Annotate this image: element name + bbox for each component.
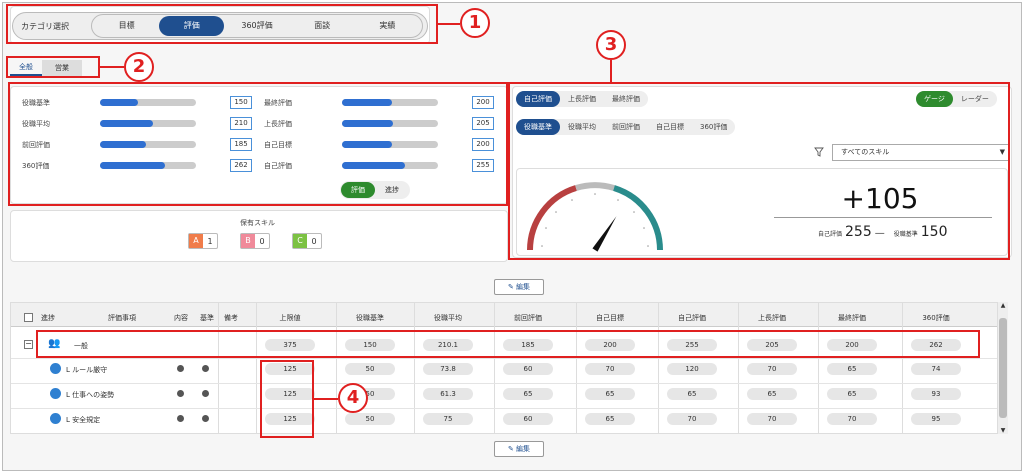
scroll-thumb[interactable]	[999, 318, 1007, 418]
table-cell: 65	[667, 388, 717, 400]
info-icon[interactable]	[177, 415, 184, 422]
col-header[interactable]: 自己目標	[580, 313, 640, 323]
table-cell: 93	[911, 388, 961, 400]
callout-box-4b	[260, 360, 314, 438]
callout-box-2	[6, 56, 100, 78]
collapse-button[interactable]: −	[24, 340, 33, 349]
skill-letter-c: C	[293, 234, 307, 248]
skill-count-c: 0	[311, 236, 317, 246]
edit-button-bottom[interactable]: ✎ 編集	[494, 441, 544, 457]
table-cell: 60	[503, 363, 553, 375]
table-cell: 70	[585, 363, 635, 375]
table-cell: 74	[911, 363, 961, 375]
callout-1: 1	[460, 8, 490, 38]
skill-badge-b: B 0	[240, 233, 270, 249]
list-item-label: L ルール厳守	[66, 366, 108, 374]
callout-box-3b	[508, 82, 1010, 260]
skill-count-a: 1	[207, 236, 213, 246]
smile-icon	[50, 388, 61, 399]
callout-line-4	[314, 398, 338, 400]
col-divider	[256, 303, 257, 434]
info-icon[interactable]	[202, 390, 209, 397]
col-divider	[218, 303, 219, 434]
col-divider	[494, 303, 495, 434]
row-divider	[11, 383, 997, 384]
col-header[interactable]: 上限値	[260, 313, 320, 323]
col-divider	[576, 303, 577, 434]
skill-badge-a: A 1	[188, 233, 218, 249]
table-cell: 65	[585, 413, 635, 425]
table-cell: 70	[827, 413, 877, 425]
info-icon[interactable]	[202, 415, 209, 422]
table-cell: 120	[667, 363, 717, 375]
callout-3: 3	[596, 30, 626, 60]
list-item-label: L 安全規定	[66, 416, 101, 424]
edit-label-bottom: 編集	[516, 445, 531, 453]
col-header[interactable]: 自己評価	[662, 313, 722, 323]
table-cell: 50	[345, 413, 395, 425]
skills-title: 保有スキル	[240, 219, 275, 227]
col-header[interactable]: 備考	[222, 313, 240, 323]
col-header[interactable]: 評価事項	[92, 313, 152, 323]
info-icon[interactable]	[177, 390, 184, 397]
table-cell: 65	[827, 388, 877, 400]
col-divider	[658, 303, 659, 434]
col-divider	[336, 303, 337, 434]
col-divider	[818, 303, 819, 434]
col-header[interactable]: 前回評価	[498, 313, 558, 323]
col-divider	[902, 303, 903, 434]
table-cell: 65	[827, 363, 877, 375]
skill-letter-b: B	[241, 234, 255, 248]
edit-button-top[interactable]: ✎ 編集	[494, 279, 544, 295]
edit-label-top: 編集	[516, 283, 531, 291]
callout-box-1	[6, 4, 438, 44]
col-header[interactable]: 最終評価	[822, 313, 882, 323]
callout-line-3	[610, 60, 612, 82]
row-divider	[11, 408, 997, 409]
col-divider	[414, 303, 415, 434]
smile-icon	[50, 363, 61, 374]
callout-box-4a	[36, 330, 980, 358]
skill-badge-c: C 0	[292, 233, 322, 249]
table-cell: 70	[667, 413, 717, 425]
table-cell: 95	[911, 413, 961, 425]
col-header[interactable]: 360評価	[906, 313, 966, 323]
pencil-icon: ✎	[507, 283, 514, 291]
col-header[interactable]: 基準	[198, 313, 216, 323]
info-icon[interactable]	[177, 365, 184, 372]
table-cell: 65	[503, 388, 553, 400]
callout-4: 4	[338, 383, 368, 413]
col-divider	[738, 303, 739, 434]
scroll-up-icon[interactable]: ▲	[998, 302, 1008, 309]
callout-2: 2	[124, 52, 154, 82]
table-cell: 73.8	[423, 363, 473, 375]
scroll-down-icon[interactable]: ▼	[998, 427, 1008, 434]
table-cell: 61.3	[423, 388, 473, 400]
table-cell: 70	[747, 363, 797, 375]
col-header[interactable]: 進捗	[38, 313, 58, 323]
callout-box-3	[8, 82, 508, 206]
pencil-icon: ✎	[507, 445, 514, 453]
skill-letter-a: A	[189, 234, 203, 248]
col-header[interactable]: 上長評価	[742, 313, 802, 323]
table-scrollbar[interactable]: ▲ ▼	[998, 302, 1008, 434]
row-divider	[11, 358, 997, 359]
table-cell: 50	[345, 363, 395, 375]
callout-line-1	[438, 23, 460, 25]
table-cell: 70	[747, 413, 797, 425]
col-header[interactable]: 内容	[172, 313, 190, 323]
table-cell: 65	[585, 388, 635, 400]
skill-count-b: 0	[259, 236, 265, 246]
col-header[interactable]: 役職平均	[418, 313, 478, 323]
table-cell: 60	[503, 413, 553, 425]
info-icon[interactable]	[202, 365, 209, 372]
table-cell: 65	[747, 388, 797, 400]
list-item-label: L 仕事への姿勢	[66, 391, 115, 399]
header-checkbox[interactable]	[24, 313, 33, 322]
col-header[interactable]: 役職基準	[340, 313, 400, 323]
smile-icon	[50, 413, 61, 424]
callout-line-2	[100, 66, 124, 68]
table-cell: 75	[423, 413, 473, 425]
